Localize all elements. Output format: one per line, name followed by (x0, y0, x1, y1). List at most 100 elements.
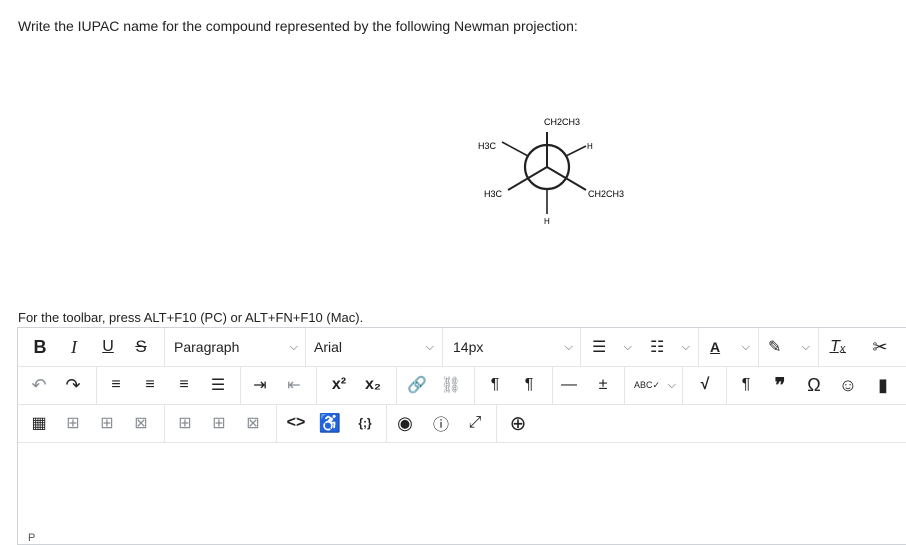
rich-text-editor: B I U S Paragraph ⌵ Arial ⌵ 14px ⌵ ☰ ⌵ ☷ ⌵… (17, 327, 906, 545)
outdent-icon: ⇤ (287, 377, 301, 394)
table-row-button[interactable]: ⊞ (96, 409, 118, 437)
remove-link-button[interactable]: ⛓ (440, 371, 462, 399)
front-bond-lower-left (507, 166, 548, 191)
align-right-button[interactable]: ≡ (174, 371, 194, 399)
align-center-button[interactable]: ≡ (140, 371, 160, 399)
bold-button[interactable]: B (30, 333, 50, 361)
accessibility-icon: ♿ (318, 412, 342, 433)
insert-column-icon: ⊞ (178, 415, 192, 432)
plus-circle-icon: ⊕ (509, 412, 527, 435)
insert-table-button[interactable]: ▦ (28, 409, 50, 437)
chevron-down-icon: ⌵ (681, 340, 690, 353)
superscript-button[interactable]: x² (328, 371, 350, 399)
paragraph-dropdown[interactable]: Paragraph ⌵ (174, 333, 298, 361)
plus-minus-icon: ± (598, 376, 608, 393)
insert-row-button[interactable]: ⊞ (208, 409, 230, 437)
highlighter-icon: ✎ (768, 339, 782, 356)
show-blocks-button[interactable]: ¶ (736, 371, 756, 399)
bookmark-icon: ▮ (878, 374, 888, 395)
chevron-down-icon: ⌵ (741, 340, 750, 353)
unlink-icon: ⛓ (440, 377, 462, 394)
bullet-list-dropdown[interactable]: ☰ ⌵ (592, 333, 632, 361)
accessibility-button[interactable]: ♿ (318, 409, 342, 437)
horizontal-line-button[interactable]: — (560, 371, 578, 399)
insert-row-icon: ⊞ (212, 415, 226, 432)
label-lower-right: CH2CH3 (588, 189, 624, 199)
pilcrow-icon: ¶ (741, 376, 751, 393)
paragraph-label: Paragraph (174, 339, 240, 355)
redo-icon: ↷ (65, 374, 81, 395)
label-upper-right: H (587, 142, 593, 151)
editor-content-area[interactable] (18, 442, 906, 530)
undo-icon: ↶ (31, 374, 47, 395)
front-bond-lower-right (546, 166, 587, 191)
blockquote-button[interactable]: ❞ (770, 371, 790, 399)
indent-button[interactable]: ⇥ (250, 371, 270, 399)
square-root-icon: √ (700, 376, 710, 393)
insert-code-button[interactable]: {;} (352, 409, 378, 437)
eye-icon: ◉ (397, 412, 413, 433)
emoji-button[interactable]: ☺ (838, 371, 858, 399)
superscript-icon: x² (331, 376, 347, 393)
font-size-dropdown[interactable]: 14px ⌵ (453, 333, 573, 361)
table-cell-icon: ⊞ (66, 415, 80, 432)
italic-button[interactable]: I (64, 333, 84, 361)
table-row-icon: ⊞ (100, 415, 114, 432)
label-bottom: H (544, 217, 550, 226)
subscript-button[interactable]: x₂ (362, 371, 384, 399)
equation-button[interactable]: √ (694, 371, 716, 399)
font-size-label: 14px (453, 339, 484, 355)
undo-button[interactable]: ↶ (28, 371, 50, 399)
back-bond-upper-left (501, 141, 529, 157)
help-circle-icon: ⓘ (432, 417, 449, 434)
chevron-down-icon: ⌵ (801, 340, 810, 353)
text-color-dropdown[interactable]: A ⌵ (710, 333, 750, 361)
highlight-color-dropdown[interactable]: ✎ ⌵ (768, 333, 810, 361)
horizontal-line-icon: — (561, 376, 577, 393)
fullscreen-button[interactable]: ⤢ (464, 409, 486, 437)
insert-column-button[interactable]: ⊞ (174, 409, 196, 437)
scissors-icon: ✂ (872, 336, 888, 357)
strikethrough-button[interactable]: S (130, 333, 152, 361)
cut-button[interactable]: ✂ (868, 333, 892, 361)
align-left-icon: ≡ (111, 376, 121, 393)
underline-button[interactable]: U (98, 333, 118, 361)
align-left-button[interactable]: ≡ (106, 371, 126, 399)
table-cell-button[interactable]: ⊞ (62, 409, 84, 437)
plus-minus-button[interactable]: ± (592, 371, 614, 399)
bookmark-button[interactable]: ▮ (873, 371, 893, 399)
toolbar-hint: For the toolbar, press ALT+F10 (PC) or A… (18, 310, 364, 325)
font-family-dropdown[interactable]: Arial ⌵ (314, 333, 434, 361)
preview-button[interactable]: ◉ (394, 409, 416, 437)
merge-cells-button[interactable]: ⊠ (242, 409, 264, 437)
special-character-button[interactable]: Ω (804, 371, 824, 399)
braces-icon: {;} (358, 416, 372, 430)
ltr-button[interactable]: ¶ (484, 371, 506, 399)
add-content-button[interactable]: ⊕ (506, 409, 530, 437)
element-path: P (28, 532, 36, 544)
toolbar-row-2: ↶ ↷ ≡ ≡ ≡ ☰ ⇥ ⇤ x² x₂ 🔗 ⛓ ¶ ¶ — ± ABC✓ ⌵ … (18, 366, 906, 405)
label-lower-left: H3C (484, 189, 503, 199)
rtl-button[interactable]: ¶ (518, 371, 540, 399)
help-button[interactable]: ⓘ (430, 409, 452, 437)
question-text: Write the IUPAC name for the compound re… (18, 18, 578, 34)
smiley-icon: ☺ (838, 374, 858, 395)
spellcheck-dropdown[interactable]: ABC✓ ⌵ (634, 371, 676, 399)
label-top: CH2CH3 (544, 117, 580, 127)
source-code-button[interactable]: <> (284, 409, 308, 437)
rtl-icon: ¶ (524, 376, 534, 393)
insert-link-button[interactable]: 🔗 (406, 371, 428, 399)
numbered-list-dropdown[interactable]: ☷ ⌵ (650, 333, 690, 361)
merge-cells-icon: ⊠ (246, 415, 260, 432)
justify-icon: ☰ (210, 377, 226, 394)
label-upper-left: H3C (478, 141, 497, 151)
delete-table-button[interactable]: ⊠ (130, 409, 152, 437)
justify-button[interactable]: ☰ (208, 371, 228, 399)
clear-formatting-button[interactable]: T̲ₓ (826, 333, 850, 361)
outdent-button[interactable]: ⇤ (284, 371, 304, 399)
chevron-down-icon: ⌵ (564, 340, 573, 353)
numbered-list-icon: ☷ (650, 339, 665, 356)
redo-button[interactable]: ↷ (62, 371, 84, 399)
chevron-down-icon: ⌵ (425, 340, 434, 353)
code-icon: <> (286, 414, 306, 431)
